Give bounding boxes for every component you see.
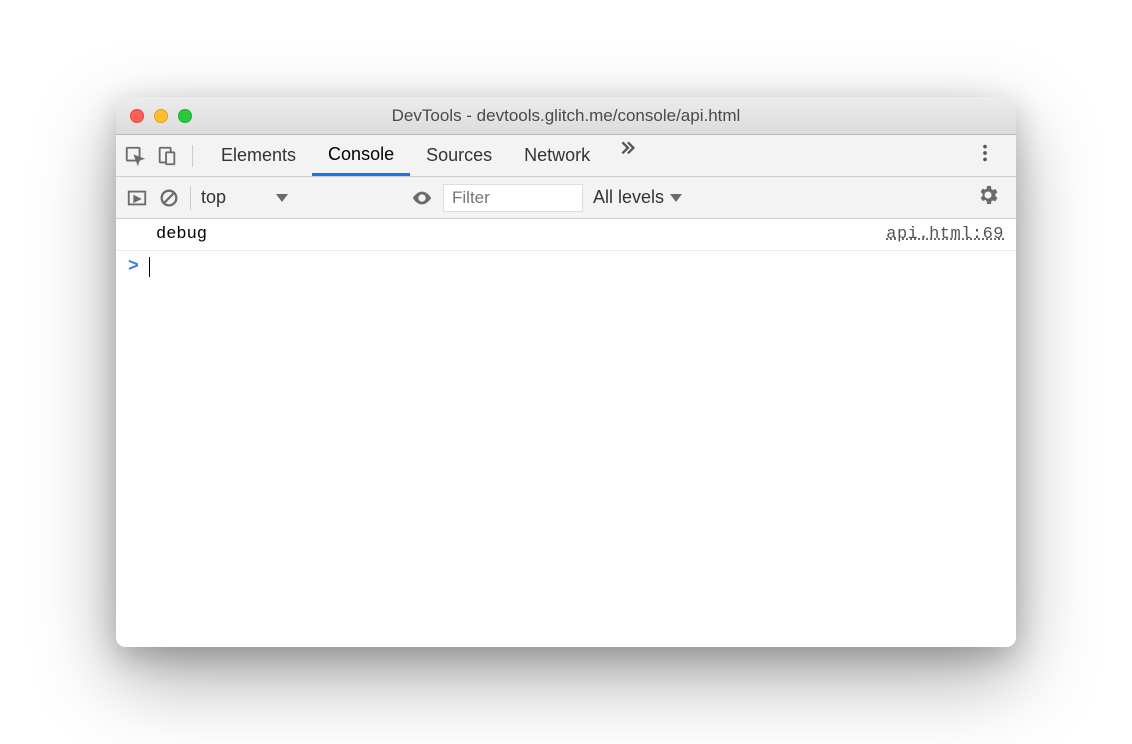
more-tabs-button[interactable] bbox=[606, 135, 648, 176]
chevron-down-icon bbox=[276, 194, 288, 202]
eye-icon[interactable] bbox=[411, 187, 433, 209]
console-settings-button[interactable] bbox=[970, 183, 1006, 212]
maximize-window-button[interactable] bbox=[178, 109, 192, 123]
kebab-menu-icon[interactable] bbox=[962, 142, 1008, 169]
tab-console[interactable]: Console bbox=[312, 135, 410, 176]
chevron-down-icon bbox=[670, 194, 682, 202]
log-levels-dropdown[interactable]: All levels bbox=[593, 187, 682, 208]
inspect-icons bbox=[124, 145, 193, 167]
window-title: DevTools - devtools.glitch.me/console/ap… bbox=[116, 106, 1016, 126]
tab-network[interactable]: Network bbox=[508, 135, 606, 176]
minimize-window-button[interactable] bbox=[154, 109, 168, 123]
console-toolbar: top All levels bbox=[116, 177, 1016, 219]
filter-input[interactable] bbox=[443, 184, 583, 212]
execution-context-dropdown[interactable]: top bbox=[201, 187, 401, 208]
traffic-lights bbox=[116, 109, 192, 123]
tabs: Elements Console Sources Network bbox=[205, 135, 648, 176]
inspect-element-icon[interactable] bbox=[124, 145, 146, 167]
text-cursor bbox=[149, 257, 151, 277]
titlebar: DevTools - devtools.glitch.me/console/ap… bbox=[116, 97, 1016, 135]
context-label: top bbox=[201, 187, 226, 208]
tab-elements[interactable]: Elements bbox=[205, 135, 312, 176]
tab-sources[interactable]: Sources bbox=[410, 135, 508, 176]
devtools-window: DevTools - devtools.glitch.me/console/ap… bbox=[116, 97, 1016, 647]
separator bbox=[190, 186, 191, 210]
log-message: debug bbox=[128, 225, 886, 244]
tab-bar: Elements Console Sources Network bbox=[116, 135, 1016, 177]
prompt-chevron-icon: > bbox=[128, 257, 139, 277]
close-window-button[interactable] bbox=[130, 109, 144, 123]
sidebar-toggle-icon[interactable] bbox=[126, 187, 148, 209]
console-output: debug api.html:69 > bbox=[116, 219, 1016, 647]
console-prompt[interactable]: > bbox=[116, 251, 1016, 283]
clear-console-icon[interactable] bbox=[158, 187, 180, 209]
console-log-row: debug api.html:69 bbox=[116, 219, 1016, 251]
log-source-link[interactable]: api.html:69 bbox=[886, 225, 1004, 244]
levels-label: All levels bbox=[593, 187, 664, 208]
device-toggle-icon[interactable] bbox=[156, 145, 178, 167]
